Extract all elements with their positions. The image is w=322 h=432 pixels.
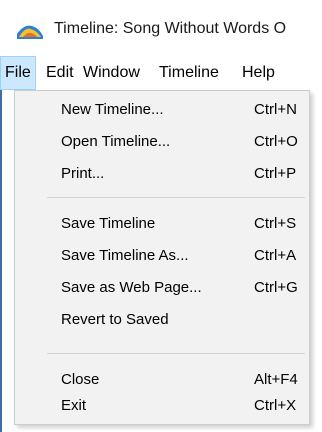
menu-item-label: New Timeline... <box>61 101 164 118</box>
menu-file[interactable]: File <box>0 56 36 90</box>
app-window: Timeline: Song Without Words O File Edit… <box>0 0 322 432</box>
menu-item-print[interactable]: Print... Ctrl+P <box>15 157 309 189</box>
menu-item-shortcut: Ctrl+N <box>254 101 297 118</box>
menu-separator <box>47 353 305 354</box>
menu-item-save-as-web-page[interactable]: Save as Web Page... Ctrl+G <box>15 271 309 303</box>
menu-item-revert-to-saved[interactable]: Revert to Saved <box>15 303 309 335</box>
file-menu-dropdown: New Timeline... Ctrl+N Open Timeline... … <box>14 90 310 425</box>
menu-item-label: Print... <box>61 165 105 182</box>
menu-item-label: Revert to Saved <box>61 311 169 328</box>
menu-help[interactable]: Help <box>238 56 279 90</box>
menu-item-label: Open Timeline... <box>61 133 171 150</box>
menu-item-save-timeline-as[interactable]: Save Timeline As... Ctrl+A <box>15 239 309 271</box>
menu-item-shortcut: Ctrl+S <box>254 215 297 232</box>
timeline-app-icon <box>17 25 43 39</box>
menu-edit[interactable]: Edit <box>42 56 78 90</box>
menu-separator <box>47 197 305 198</box>
menu-item-shortcut: Ctrl+G <box>254 279 298 296</box>
menu-bar: File Edit Window Timeline Help <box>0 56 322 90</box>
menu-item-new-timeline[interactable]: New Timeline... Ctrl+N <box>15 93 309 125</box>
menu-item-exit[interactable]: Exit Ctrl+X <box>15 389 309 421</box>
menu-item-label: Save as Web Page... <box>61 279 202 296</box>
menu-item-shortcut: Ctrl+P <box>254 165 297 182</box>
menu-item-open-timeline[interactable]: Open Timeline... Ctrl+O <box>15 125 309 157</box>
window-left-edge <box>0 90 2 432</box>
window-title: Timeline: Song Without Words O <box>54 20 287 37</box>
menu-item-shortcut: Ctrl+O <box>254 133 298 150</box>
menu-item-label: Save Timeline As... <box>61 247 189 264</box>
menu-item-label: Close <box>61 371 100 388</box>
menu-timeline[interactable]: Timeline <box>155 56 223 90</box>
title-bar: Timeline: Song Without Words O <box>0 0 322 56</box>
menu-item-save-timeline[interactable]: Save Timeline Ctrl+S <box>15 207 309 239</box>
menu-window[interactable]: Window <box>79 56 144 90</box>
menu-item-label: Save Timeline <box>61 215 156 232</box>
menu-item-shortcut: Ctrl+A <box>254 247 297 264</box>
menu-item-shortcut: Ctrl+X <box>254 397 297 414</box>
menu-item-label: Exit <box>61 397 87 414</box>
menu-item-shortcut: Alt+F4 <box>254 371 298 388</box>
